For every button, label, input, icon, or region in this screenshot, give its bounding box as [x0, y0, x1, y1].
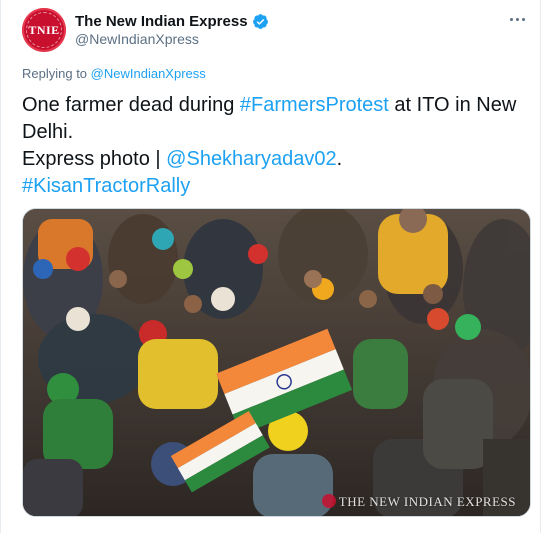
more-dot	[521, 17, 525, 21]
more-options-icon[interactable]	[506, 10, 528, 28]
display-name[interactable]: The New Indian Express	[75, 13, 248, 30]
avatar[interactable]: TNIE	[22, 8, 66, 52]
avatar-ring	[26, 12, 62, 48]
crowd-photo-illustration	[23, 209, 530, 516]
tweet-text-part: .	[336, 148, 343, 170]
tweet-text-part: Express photo |	[22, 148, 167, 170]
more-dot	[515, 17, 519, 21]
watermark-text: THE NEW INDIAN EXPRESS	[338, 494, 516, 509]
more-dot	[509, 17, 513, 21]
tweet-text: One farmer dead during #FarmersProtest a…	[22, 92, 532, 200]
tweet-text-part: One farmer dead during	[22, 94, 240, 116]
author-handle[interactable]: @NewIndianXpress	[75, 31, 199, 47]
hashtag-link[interactable]: #KisanTractorRally	[22, 175, 190, 197]
tweet-photo[interactable]: THE NEW INDIAN EXPRESS	[22, 208, 531, 517]
author-name-row[interactable]: The New Indian Express	[75, 11, 269, 31]
hashtag-link[interactable]: #FarmersProtest	[240, 94, 389, 116]
verified-badge-icon	[252, 13, 269, 30]
tweet-card: TNIE The New Indian Express @NewIndianXp…	[0, 0, 541, 533]
mention-link[interactable]: @Shekharyadav02	[166, 148, 336, 170]
photo-watermark: THE NEW INDIAN EXPRESS	[321, 494, 516, 510]
replying-prefix: Replying to	[22, 66, 88, 81]
replying-to-line: Replying to @NewIndianXpress	[22, 66, 206, 81]
replying-to-link[interactable]: @NewIndianXpress	[91, 66, 206, 81]
watermark-logo-icon	[321, 494, 336, 508]
